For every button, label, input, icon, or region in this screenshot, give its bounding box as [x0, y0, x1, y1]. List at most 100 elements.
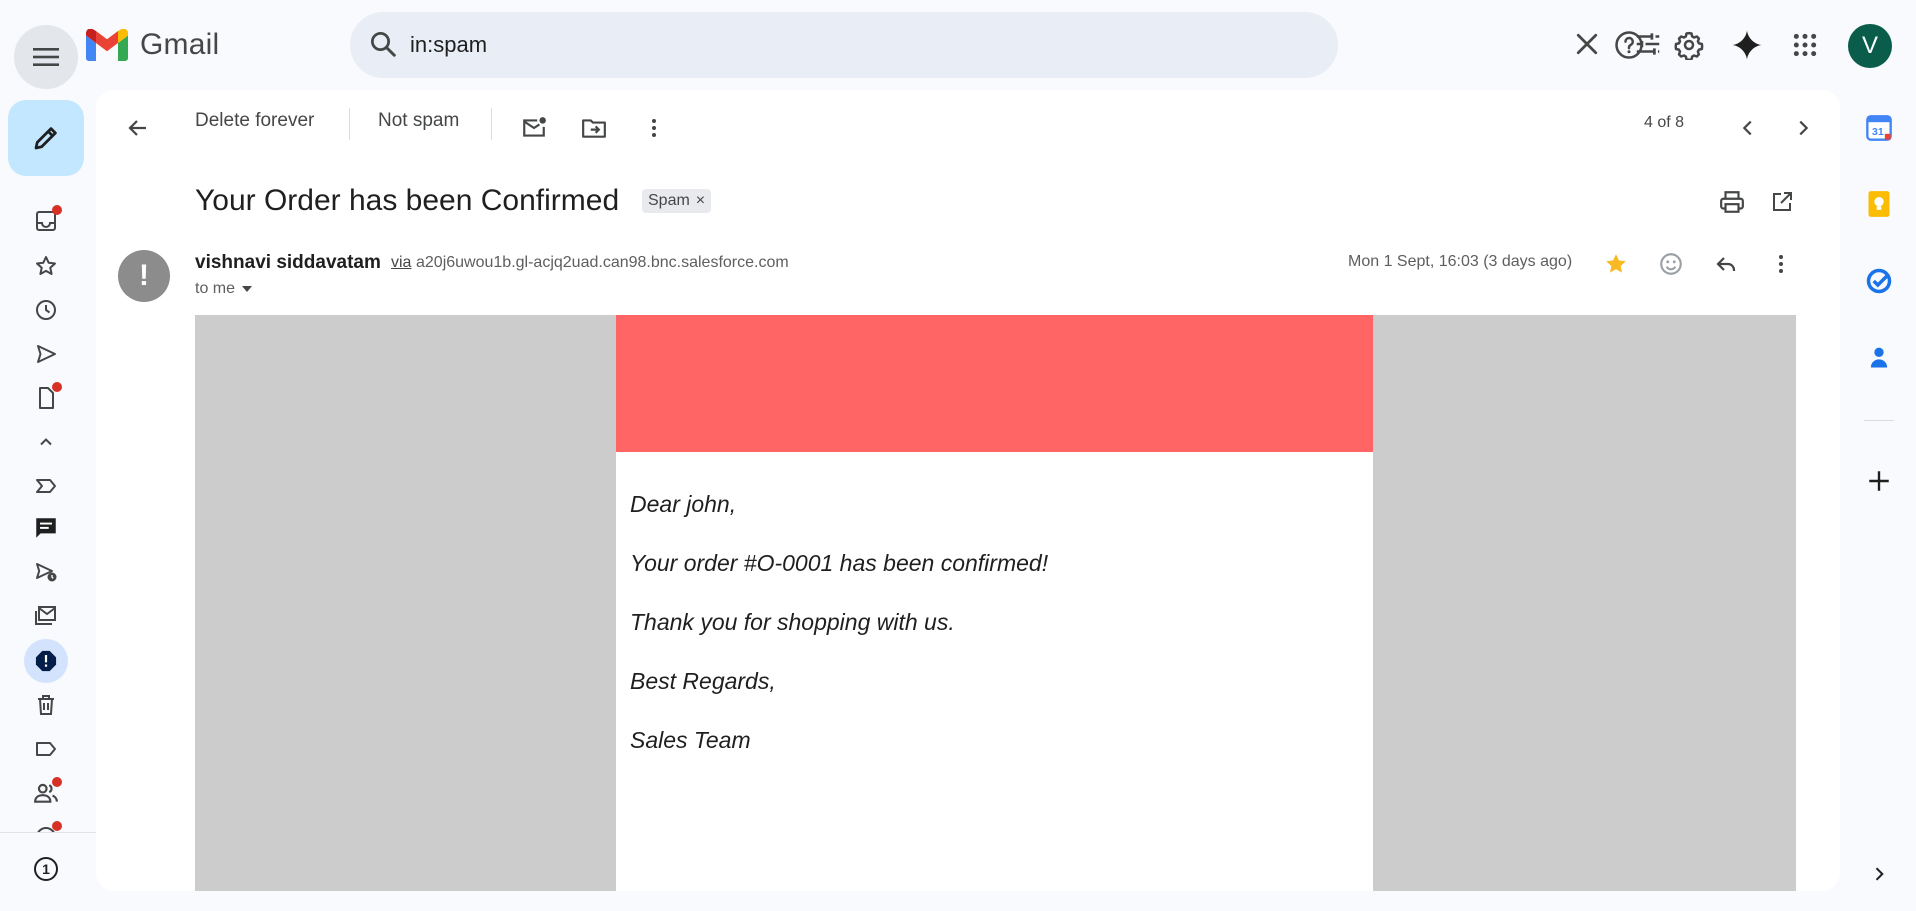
pencil-icon [34, 127, 57, 150]
toolbar-divider [349, 108, 350, 140]
scheduled-send-icon [36, 563, 57, 582]
chat-icon [36, 518, 56, 538]
older-button[interactable] [1781, 106, 1825, 150]
main-menu-button[interactable] [14, 25, 78, 89]
inbox-badge [52, 205, 62, 215]
recipient-details[interactable]: to me [195, 280, 253, 298]
nav-snoozed[interactable] [26, 290, 66, 330]
google-apps-button[interactable] [1782, 22, 1828, 68]
pagination-text: 4 of 8 [1644, 114, 1685, 131]
email-subject: Your Order has been Confirmed [195, 184, 620, 217]
message-date: Mon 1 Sept, 16:03 (3 days ago) [1348, 253, 1573, 270]
email-line: Thank you for shopping with us. [630, 609, 955, 635]
remove-label-icon[interactable]: × [696, 192, 705, 210]
settings-button[interactable] [1666, 22, 1712, 68]
more-actions-button[interactable] [632, 106, 676, 150]
email-line: Your order #O-0001 has been confirmed! [630, 550, 1049, 576]
label-icon [36, 742, 56, 756]
open-in-new-icon [1773, 192, 1792, 211]
gmail-logo[interactable]: Gmail [86, 28, 219, 62]
updates-badge [52, 821, 62, 831]
nav-all-mail[interactable] [26, 596, 66, 636]
search-input[interactable] [410, 26, 1230, 64]
email-content-card: Dear john, Your order #O-0001 has been c… [616, 315, 1373, 891]
toolbar-divider [491, 108, 492, 140]
gear-icon [1674, 31, 1704, 60]
mark-unread-icon [523, 117, 546, 137]
message-more-button[interactable] [1761, 244, 1801, 284]
contacts-icon [1870, 347, 1888, 368]
email-signature: Sales Team [630, 727, 751, 753]
nav-chats[interactable] [26, 508, 66, 548]
via-link[interactable]: via [391, 254, 411, 272]
back-button[interactable] [116, 106, 160, 150]
newer-button[interactable] [1726, 106, 1770, 150]
sender-name[interactable]: vishnavi siddavatam [195, 252, 381, 274]
social-badge [52, 777, 62, 787]
clear-search-icon[interactable] [1572, 29, 1602, 64]
reply-button[interactable] [1706, 244, 1746, 284]
tasks-icon [1866, 268, 1892, 294]
get-addons-button[interactable] [1860, 462, 1898, 500]
caret-down-icon [242, 286, 253, 292]
chevron-left-icon [1742, 120, 1752, 136]
to-me-label: to me [195, 280, 236, 297]
print-all-button[interactable] [1710, 180, 1754, 224]
send-icon [37, 345, 56, 363]
show-side-panel-button[interactable] [1860, 855, 1898, 893]
top-bar: Gmail V [0, 0, 1916, 90]
nav-important[interactable] [26, 466, 66, 506]
open-new-window-button[interactable] [1760, 180, 1804, 224]
spam-label-chip: Spam × [642, 189, 712, 213]
nav-scheduled[interactable] [26, 552, 66, 592]
nav-inbox[interactable] [26, 201, 66, 241]
tasks-app-button[interactable] [1860, 262, 1898, 300]
contacts-app-button[interactable] [1860, 338, 1898, 376]
help-button[interactable] [1606, 22, 1652, 68]
calendar-day-text: 31 [1872, 126, 1884, 138]
delete-forever-button[interactable]: Delete forever [195, 110, 314, 132]
nav-sent[interactable] [26, 334, 66, 374]
move-to-button[interactable] [572, 106, 616, 150]
email-body-frame: Dear john, Your order #O-0001 has been c… [195, 315, 1796, 891]
nav-spam[interactable] [24, 639, 68, 683]
add-icon [1869, 471, 1889, 491]
search-icon[interactable] [368, 29, 398, 64]
gmail-m-icon [86, 29, 128, 61]
add-reaction-button[interactable] [1651, 244, 1691, 284]
gemini-sparkle-icon [1732, 30, 1762, 60]
menu-icon [33, 48, 59, 66]
nav-drafts[interactable] [26, 378, 66, 418]
arrow-back-icon [128, 120, 146, 136]
spam-icon [35, 650, 57, 672]
chevron-right-icon [1875, 867, 1884, 881]
nav-categories[interactable] [26, 729, 66, 769]
nav-starred[interactable] [26, 246, 66, 286]
numbered-circle-icon[interactable]: 1 [34, 857, 58, 881]
search-bar[interactable] [350, 12, 1660, 78]
app-name: Gmail [140, 28, 220, 61]
not-spam-button[interactable]: Not spam [378, 110, 459, 132]
message-view: Delete forever Not spam 4 of 8 Your Orde… [96, 90, 1840, 891]
apps-grid-icon [1793, 33, 1817, 57]
mark-unread-button[interactable] [512, 106, 556, 150]
label-chip-text: Spam [648, 192, 690, 209]
email-signoff: Best Regards, [630, 668, 776, 694]
keep-app-button[interactable] [1860, 185, 1898, 223]
sender-avatar-warning-icon: ! [118, 250, 170, 302]
nav-less[interactable] [26, 422, 66, 462]
compose-button[interactable] [8, 100, 84, 176]
nav-social[interactable] [26, 773, 66, 813]
star-button[interactable] [1596, 244, 1636, 284]
nav-trash[interactable] [26, 685, 66, 725]
email-header-banner [616, 315, 1373, 452]
move-to-folder-icon [582, 119, 606, 138]
email-text: Dear john, Your order #O-0001 has been c… [616, 452, 1373, 823]
calendar-app-button[interactable]: 31 [1860, 109, 1898, 147]
account-avatar[interactable]: V [1848, 24, 1892, 68]
chevron-up-icon [40, 438, 52, 446]
star-icon [36, 256, 56, 275]
email-greeting: Dear john, [630, 491, 737, 517]
gemini-button[interactable] [1724, 22, 1770, 68]
clock-icon [36, 300, 56, 320]
